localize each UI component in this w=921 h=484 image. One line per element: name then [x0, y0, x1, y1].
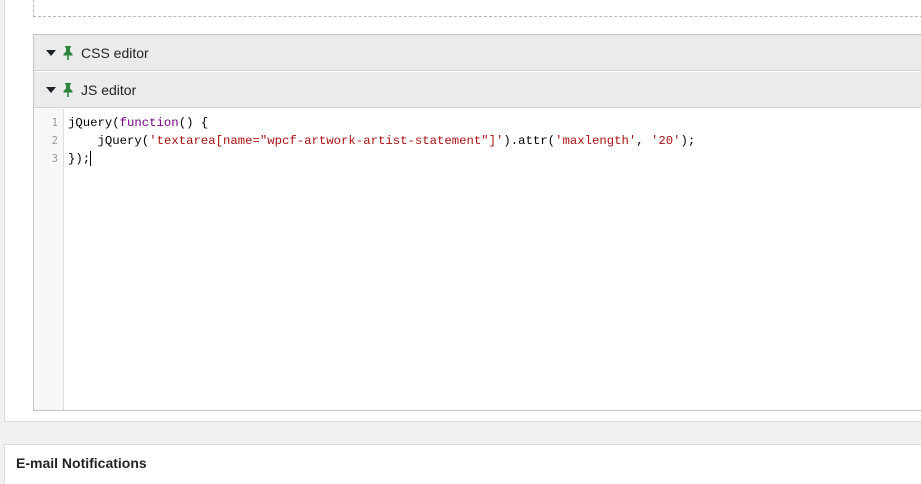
code-token: , — [636, 134, 652, 148]
editor-container: CSS editor JS editor 1 2 3 jQuery(functi… — [33, 34, 921, 411]
code-keyword: function — [119, 116, 179, 130]
email-notifications-panel: E-mail Notifications — [4, 444, 921, 484]
code-content[interactable]: jQuery(function() { jQuery('textarea[nam… — [64, 109, 921, 410]
code-line-1[interactable]: jQuery(function() { — [68, 114, 921, 132]
code-token: () { — [178, 116, 209, 130]
code-token: }); — [68, 152, 91, 166]
code-line-3[interactable]: }); — [68, 150, 921, 168]
line-number: 2 — [51, 135, 58, 147]
pin-icon — [63, 45, 73, 60]
dashed-drop-area — [33, 0, 921, 17]
code-token: ).attr( — [503, 134, 556, 148]
code-string: '20' — [651, 134, 681, 148]
code-line-2[interactable]: jQuery('textarea[name="wpcf-artwork-arti… — [68, 132, 921, 150]
line-number: 1 — [51, 117, 58, 129]
code-token: jQuery( — [97, 134, 150, 148]
css-editor-label: CSS editor — [81, 44, 149, 61]
layout-settings-panel: CSS editor JS editor 1 2 3 jQuery(functi… — [4, 0, 921, 422]
css-editor-header[interactable]: CSS editor — [34, 35, 921, 71]
line-number-gutter: 1 2 3 — [34, 109, 64, 410]
code-string: 'textarea[name="wpcf-artwork-artist-stat… — [149, 134, 504, 148]
js-editor-header[interactable]: JS editor — [34, 72, 921, 108]
text-cursor — [90, 151, 92, 167]
js-editor-label: JS editor — [81, 81, 137, 98]
code-token: ); — [680, 134, 696, 148]
code-string: 'maxlength' — [555, 134, 637, 148]
js-code-editor[interactable]: 1 2 3 jQuery(function() { jQuery('textar… — [34, 109, 921, 410]
email-notifications-title: E-mail Notifications — [16, 455, 147, 471]
triangle-down-icon[interactable] — [46, 49, 56, 56]
code-token: jQuery( — [68, 116, 120, 130]
pin-icon — [63, 82, 73, 97]
triangle-down-icon[interactable] — [46, 86, 56, 93]
line-number: 3 — [51, 153, 58, 165]
